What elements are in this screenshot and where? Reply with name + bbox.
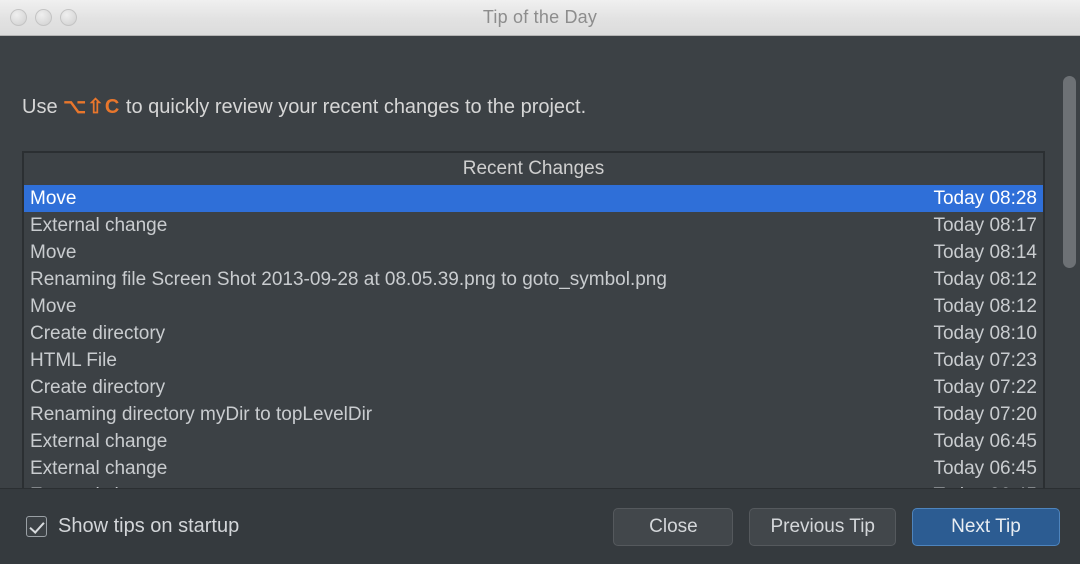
window-title: Tip of the Day [482, 7, 598, 27]
tip-suffix: to quickly review your recent changes to… [120, 96, 587, 118]
next-tip-button[interactable]: Next Tip [912, 507, 1060, 546]
change-description: External change [30, 458, 168, 479]
tip-description: Use ⌥⇧C to quickly review your recent ch… [22, 94, 586, 119]
recent-changes-list[interactable]: Move Today 08:28 External change Today 08:1… [24, 185, 1043, 499]
change-description: Create directory [30, 323, 166, 344]
change-timestamp: Today 08:12 [933, 269, 1037, 290]
change-timestamp: Today 08:28 [933, 188, 1037, 209]
window-titlebar: Tip of the Day [0, 0, 1080, 36]
checkmark-icon[interactable] [26, 516, 47, 537]
tip-of-the-day-dialog: Tip of the Day No files are open •Search… [0, 0, 1080, 564]
table-row[interactable]: External change Today 08:17 [24, 212, 1043, 239]
change-description: External change [30, 431, 168, 452]
show-tips-on-startup-label: Show tips on startup [58, 515, 240, 537]
tip-prefix: Use [22, 96, 64, 118]
table-row[interactable]: Move Today 08:12 [24, 293, 1043, 320]
keyboard-shortcut: ⌥⇧C [63, 96, 121, 118]
change-timestamp: Today 06:45 [933, 431, 1037, 452]
table-row[interactable]: Create directory Today 07:22 [24, 374, 1043, 401]
table-row[interactable]: Move Today 08:28 [24, 185, 1043, 212]
table-row[interactable]: HTML File Today 07:23 [24, 347, 1043, 374]
zoom-button[interactable] [60, 9, 77, 26]
change-description: HTML File [30, 350, 117, 371]
change-timestamp: Today 08:10 [933, 323, 1037, 344]
change-timestamp: Today 08:12 [933, 296, 1037, 317]
change-description: Move [30, 296, 77, 317]
table-row[interactable]: Renaming directory myDir to topLevelDir T… [24, 401, 1043, 428]
previous-tip-button[interactable]: Previous Tip [749, 507, 896, 546]
change-timestamp: Today 07:23 [933, 350, 1037, 371]
recent-changes-header: Recent Changes [24, 153, 1043, 185]
change-description: Move [30, 242, 77, 263]
table-row[interactable]: External change Today 06:45 [24, 428, 1043, 455]
recent-changes-panel: Recent Changes Move Today 08:28 External c… [22, 151, 1045, 501]
traffic-lights [10, 9, 77, 26]
change-timestamp: Today 07:22 [933, 377, 1037, 398]
change-description: External change [30, 215, 168, 236]
table-row[interactable]: External change Today 06:45 [24, 455, 1043, 482]
change-timestamp: Today 08:17 [933, 215, 1037, 236]
vertical-scrollbar-thumb[interactable] [1063, 76, 1076, 268]
change-timestamp: Today 06:45 [933, 458, 1037, 479]
close-button[interactable]: Close [613, 507, 734, 546]
dialog-content: No files are open •Search Everywhere wit… [0, 36, 1080, 514]
footer-button-group: Close Previous Tip Next Tip [613, 507, 1060, 546]
show-tips-on-startup-checkbox[interactable]: Show tips on startup [26, 515, 239, 538]
change-description: Create directory [30, 377, 166, 398]
change-timestamp: Today 08:14 [933, 242, 1037, 263]
vertical-scrollbar[interactable] [1063, 76, 1076, 516]
close-button[interactable] [10, 9, 27, 26]
change-description: Renaming file Screen Shot 2013-09-28 at … [30, 269, 667, 290]
change-description: Renaming directory myDir to topLevelDir [30, 404, 373, 425]
minimize-button[interactable] [35, 9, 52, 26]
table-row[interactable]: Move Today 08:14 [24, 239, 1043, 266]
change-description: Move [30, 188, 77, 209]
dialog-footer: Show tips on startup Close Previous Tip … [0, 488, 1080, 564]
table-row[interactable]: Renaming file Screen Shot 2013-09-28 at … [24, 266, 1043, 293]
table-row[interactable]: Create directory Today 08:10 [24, 320, 1043, 347]
change-timestamp: Today 07:20 [933, 404, 1037, 425]
